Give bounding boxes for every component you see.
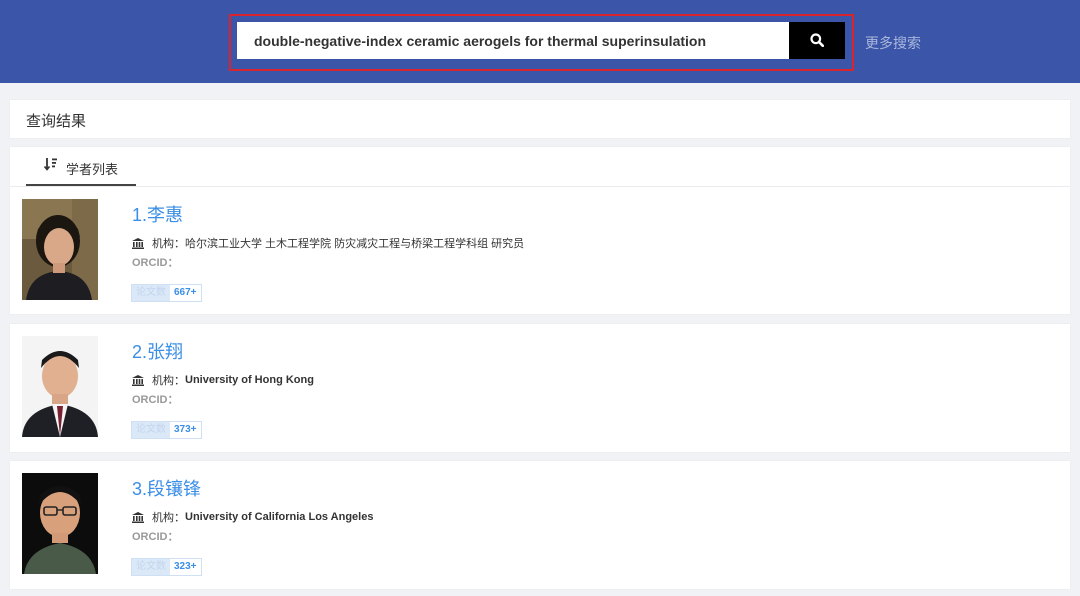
paper-count-label: 论文数	[132, 559, 170, 575]
institution-value: University of Hong Kong	[185, 374, 314, 386]
paper-count-label: 论文数	[132, 285, 170, 301]
scholar-card: 1.李惠 机构： 哈尔滨工业大学 土木工程学院 防灾减灾工程与桥梁工程学科组 研…	[10, 187, 1070, 314]
institution-label: 机构：	[152, 512, 185, 524]
orcid-label: ORCID：	[132, 531, 179, 543]
institution-row: 机构： University of California Los Angeles	[132, 509, 373, 525]
scholar-name[interactable]: 2.张翔	[132, 338, 183, 364]
tab-scholar-list[interactable]: 学者列表	[26, 147, 136, 186]
institution-row: 机构： University of Hong Kong	[132, 372, 314, 388]
tab-scholar-list-label: 学者列表	[66, 162, 119, 177]
avatar[interactable]	[22, 199, 98, 300]
institution-row: 机构： 哈尔滨工业大学 土木工程学院 防灾减灾工程与桥梁工程学科组 研究员	[132, 235, 524, 251]
paper-count-badge: 论文数 667+	[131, 284, 202, 302]
scholar-card: 2.张翔 机构： University of Hong Kong ORCID： …	[10, 324, 1070, 452]
search-button[interactable]	[789, 22, 845, 59]
search-input[interactable]	[237, 22, 789, 59]
paper-count-value: 667+	[170, 285, 201, 301]
paper-count-value: 373+	[170, 422, 201, 438]
paper-count-value: 323+	[170, 559, 201, 575]
results-header: 查询结果	[10, 100, 1070, 138]
results-title: 查询结果	[26, 113, 87, 130]
paper-count-badge: 论文数 373+	[131, 421, 202, 439]
institution-value: University of California Los Angeles	[185, 511, 374, 523]
orcid-label: ORCID：	[132, 257, 179, 269]
scholar-name[interactable]: 3.段镶锋	[132, 475, 201, 501]
paper-count-badge: 论文数 323+	[131, 558, 202, 576]
institution-icon	[132, 237, 144, 249]
orcid-label: ORCID：	[132, 394, 179, 406]
avatar[interactable]	[22, 336, 98, 437]
institution-label: 机构：	[152, 375, 185, 387]
institution-value: 哈尔滨工业大学 土木工程学院 防灾减灾工程与桥梁工程学科组 研究员	[185, 238, 525, 250]
institution-icon	[132, 374, 144, 386]
tab-bar: 学者列表	[10, 147, 1070, 186]
search-icon	[810, 33, 824, 47]
institution-icon	[132, 511, 144, 523]
institution-label: 机构：	[152, 238, 185, 250]
scholar-name[interactable]: 1.李惠	[132, 201, 183, 227]
sort-icon	[44, 158, 57, 171]
more-search-link[interactable]: 更多搜索	[865, 33, 921, 53]
scholar-card: 3.段镶锋 机构： University of California Los A…	[10, 461, 1070, 589]
avatar[interactable]	[22, 473, 98, 574]
paper-count-label: 论文数	[132, 422, 170, 438]
